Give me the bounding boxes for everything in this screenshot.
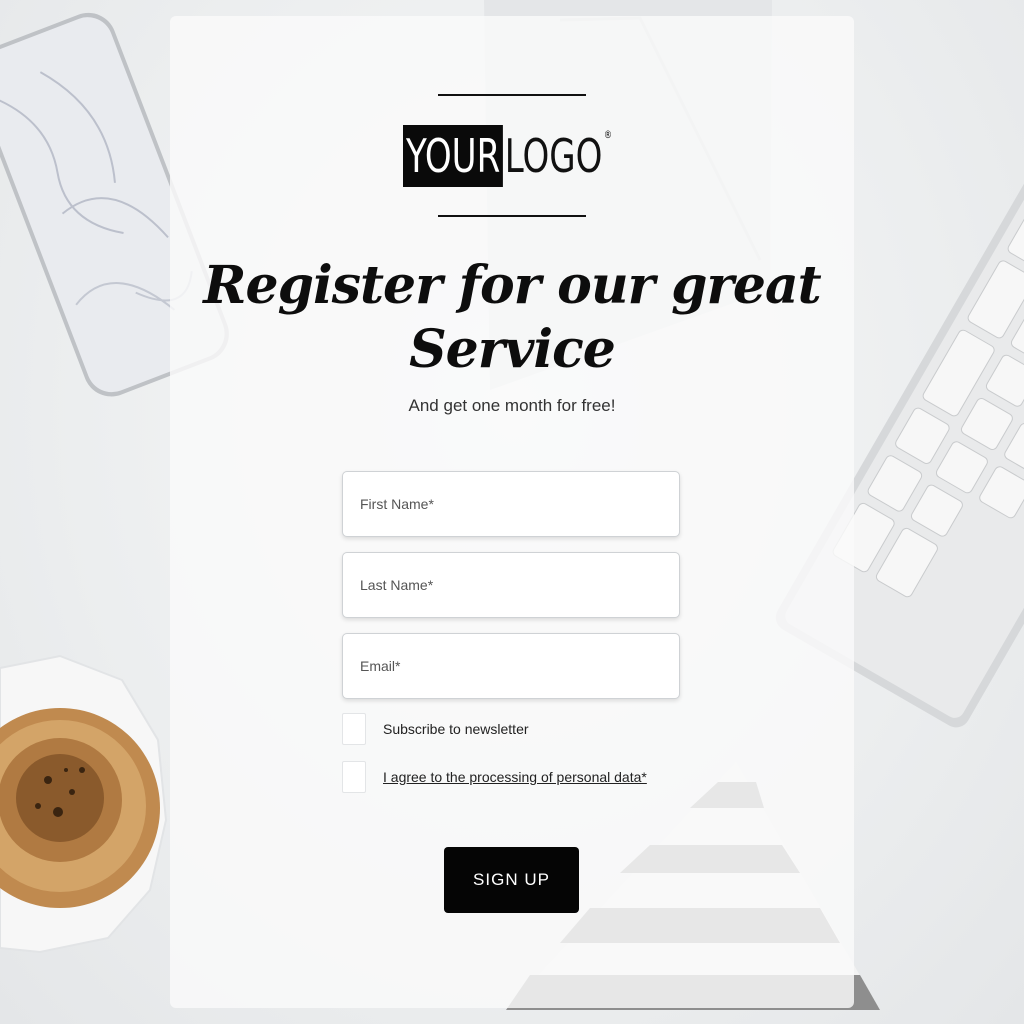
consent-row: I agree to the processing of personal da… — [342, 760, 647, 794]
email-field — [342, 633, 680, 699]
registered-mark: ® — [603, 128, 613, 141]
newsletter-checkbox[interactable] — [342, 713, 366, 745]
registration-card: YOUR LOGO ® Register for our great Servi… — [170, 16, 854, 1008]
consent-link[interactable]: I agree to the processing of personal da… — [383, 769, 647, 785]
page-subtitle: And get one month for free! — [408, 396, 616, 415]
coffee-cup-image — [0, 654, 168, 954]
newsletter-label: Subscribe to newsletter — [383, 721, 529, 737]
logo-your-text: YOUR — [403, 125, 504, 187]
brand-logo: YOUR LOGO ® — [403, 125, 612, 187]
first-name-input[interactable] — [343, 472, 679, 536]
last-name-input[interactable] — [343, 553, 679, 617]
first-name-field — [342, 471, 680, 537]
last-name-field — [342, 552, 680, 618]
logo-logo-text: LOGO — [504, 129, 603, 183]
email-input[interactable] — [343, 634, 679, 698]
logo-top-rule — [438, 94, 586, 96]
newsletter-row: Subscribe to newsletter — [342, 712, 529, 746]
logo-bottom-rule — [438, 215, 586, 217]
consent-checkbox[interactable] — [342, 761, 366, 793]
sign-up-button[interactable]: SIGN UP — [444, 847, 579, 913]
page-title: Register for our great Service — [203, 255, 821, 380]
